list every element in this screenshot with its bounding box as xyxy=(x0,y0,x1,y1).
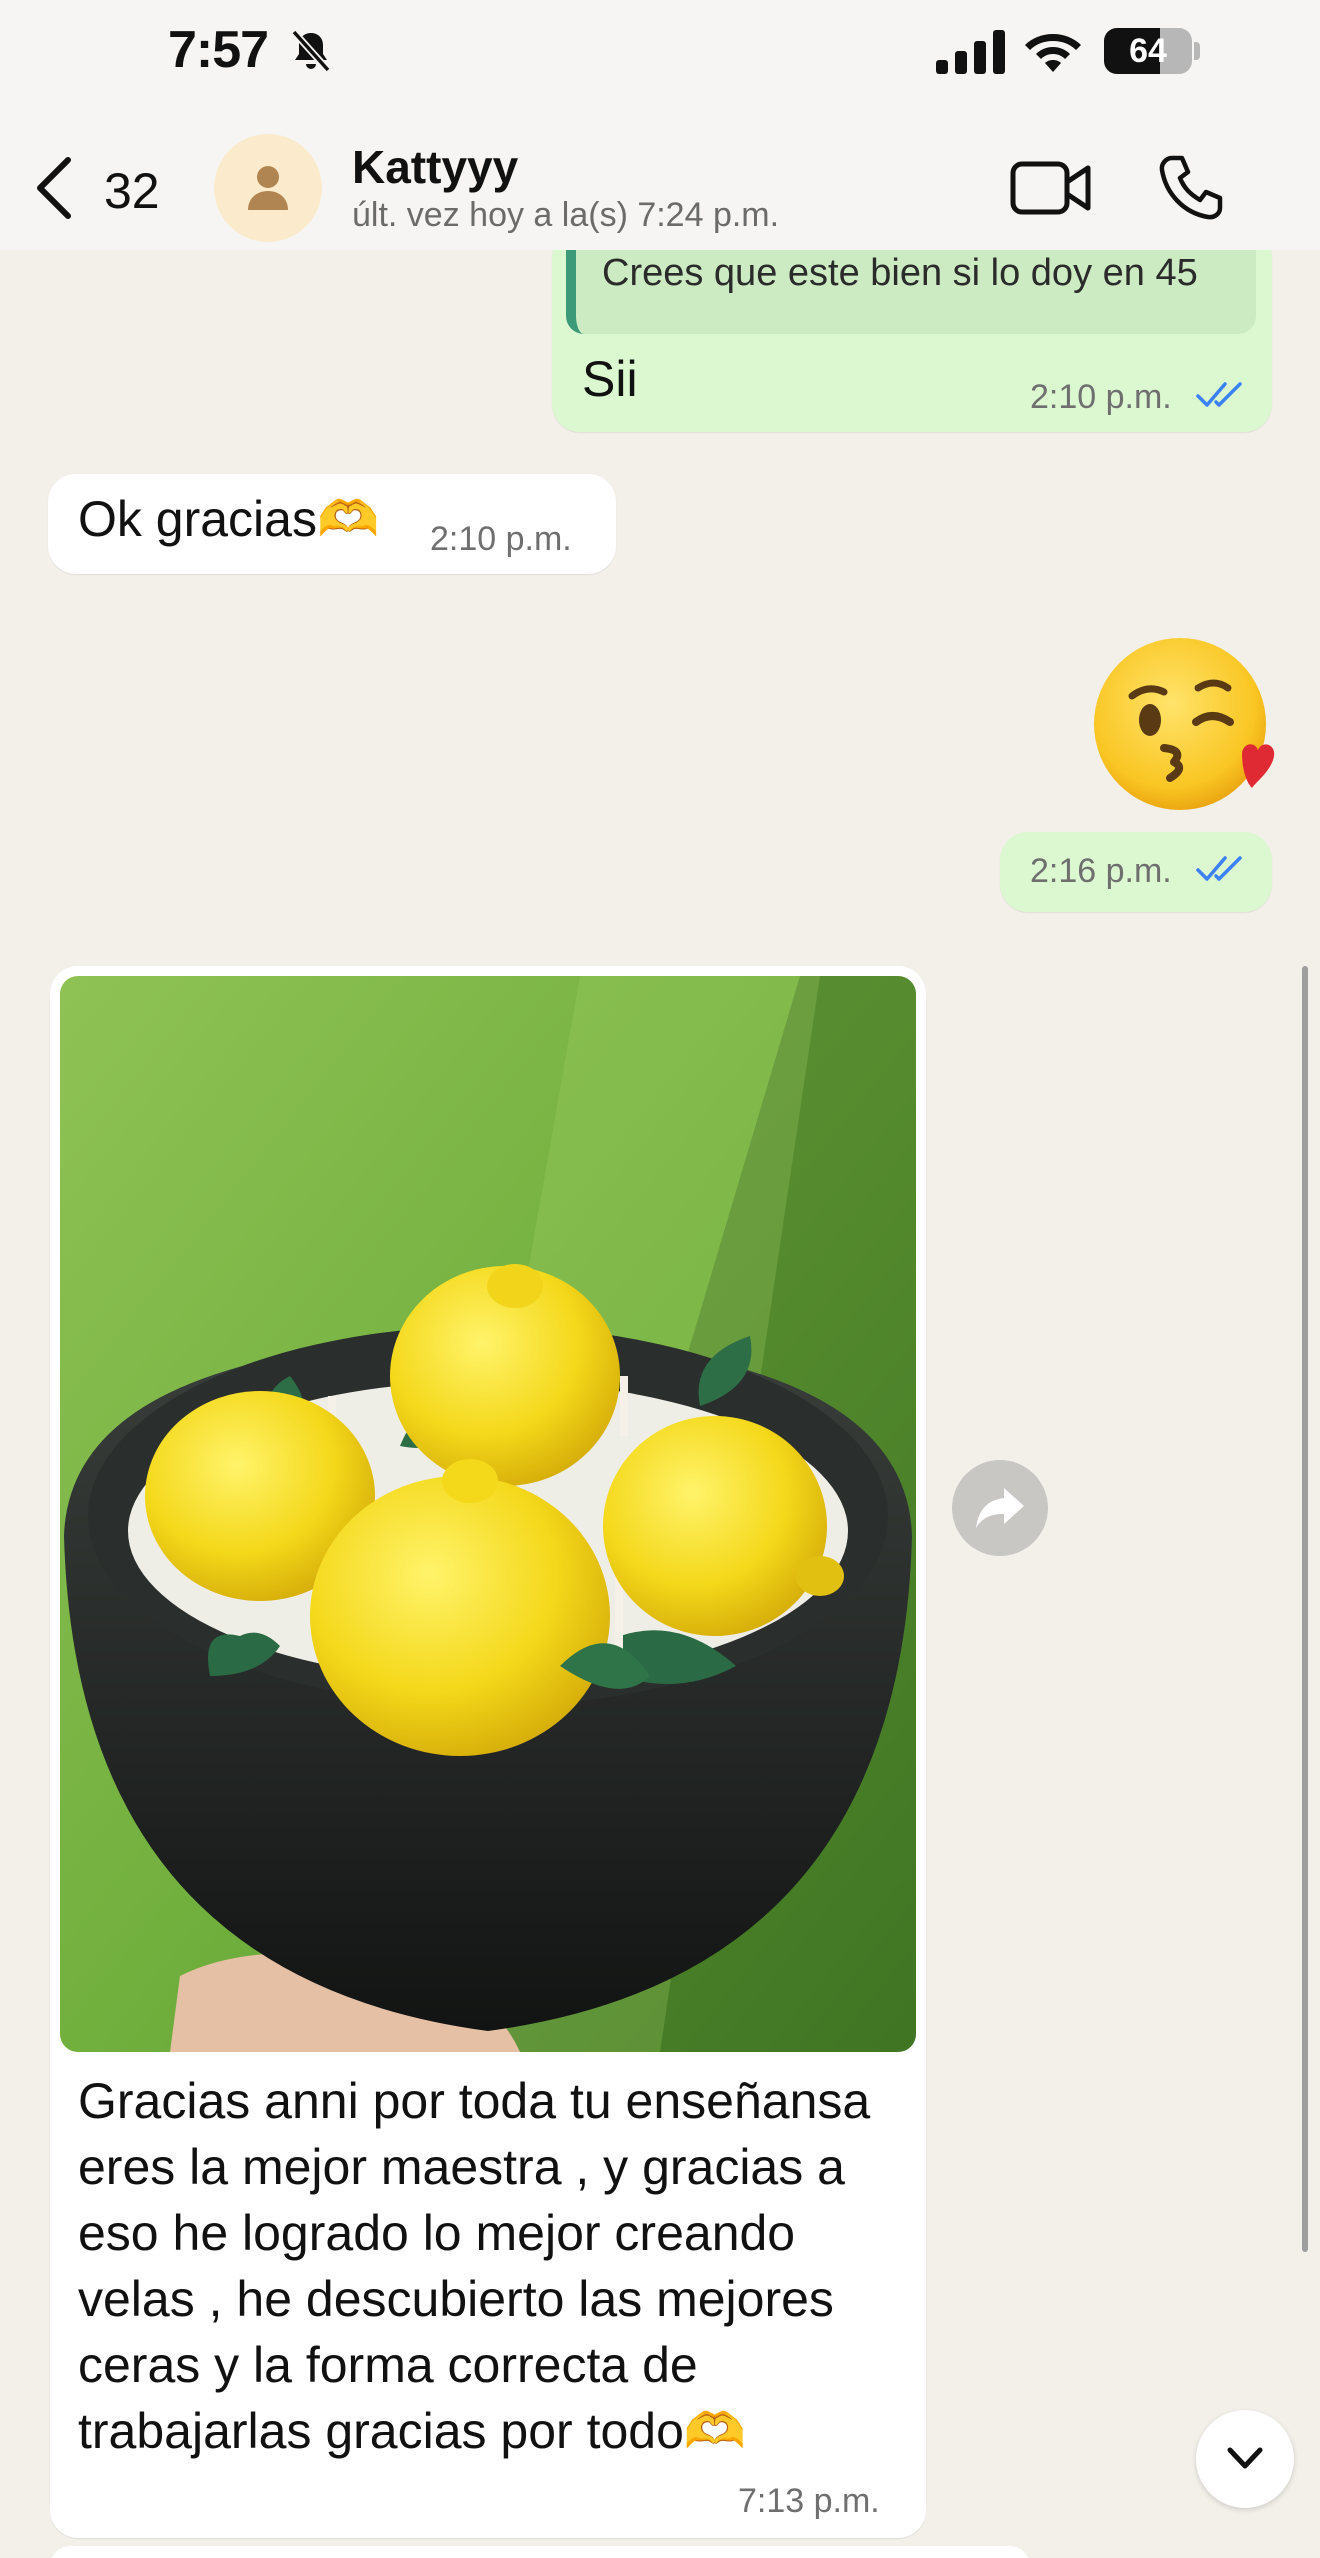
unread-count[interactable]: 32 xyxy=(104,162,160,220)
forward-button[interactable] xyxy=(952,1460,1048,1556)
message-caption: Gracias anni por toda tu enseñansa eres … xyxy=(78,2073,871,2459)
avatar[interactable] xyxy=(214,134,322,242)
back-chevron-icon[interactable] xyxy=(30,156,76,220)
scroll-to-bottom-button[interactable] xyxy=(1196,2410,1294,2508)
message-photo[interactable] xyxy=(60,976,916,2052)
signal-icon xyxy=(936,30,1005,74)
message-time: 2:16 p.m. xyxy=(1030,852,1172,890)
message-text: Sii xyxy=(582,351,638,407)
message-time: 2:10 p.m. xyxy=(430,520,572,558)
status-time: 7:57 xyxy=(168,21,269,79)
status-bar: 7:57 64 xyxy=(0,0,1320,110)
battery-icon: 64 xyxy=(1104,28,1200,74)
bell-slash-icon xyxy=(291,29,331,73)
battery-percent: 64 xyxy=(1129,32,1167,70)
video-camera-icon[interactable] xyxy=(1010,158,1092,218)
last-seen: últ. vez hoy a la(s) 7:24 p.m. xyxy=(352,196,780,234)
contact-name[interactable]: Kattyyy xyxy=(352,140,518,194)
message-time: 7:13 p.m. xyxy=(738,2482,880,2520)
double-check-icon xyxy=(1196,382,1242,407)
wifi-icon xyxy=(1025,34,1081,72)
forward-arrow-icon xyxy=(976,1488,1024,1528)
incoming-message-bubble-partial xyxy=(50,2546,1030,2558)
chat-header: 32 Kattyyy últ. vez hoy a la(s) 7:24 p.m… xyxy=(0,110,1320,250)
quoted-message-text: Crees que este bien si lo doy en 45 xyxy=(602,252,1198,294)
chevron-down-icon xyxy=(1227,2447,1263,2469)
message-text: Ok gracias🫶 xyxy=(78,491,380,547)
person-icon xyxy=(248,166,288,210)
phone-icon[interactable] xyxy=(1158,154,1224,222)
double-check-icon xyxy=(1196,856,1242,881)
scrollbar[interactable] xyxy=(1302,966,1308,2252)
kissing-face-emoji-icon[interactable] xyxy=(1092,636,1276,820)
quoted-message[interactable]: Crees que este bien si lo doy en 45 xyxy=(566,250,1256,334)
message-time: 2:10 p.m. xyxy=(1030,378,1172,416)
